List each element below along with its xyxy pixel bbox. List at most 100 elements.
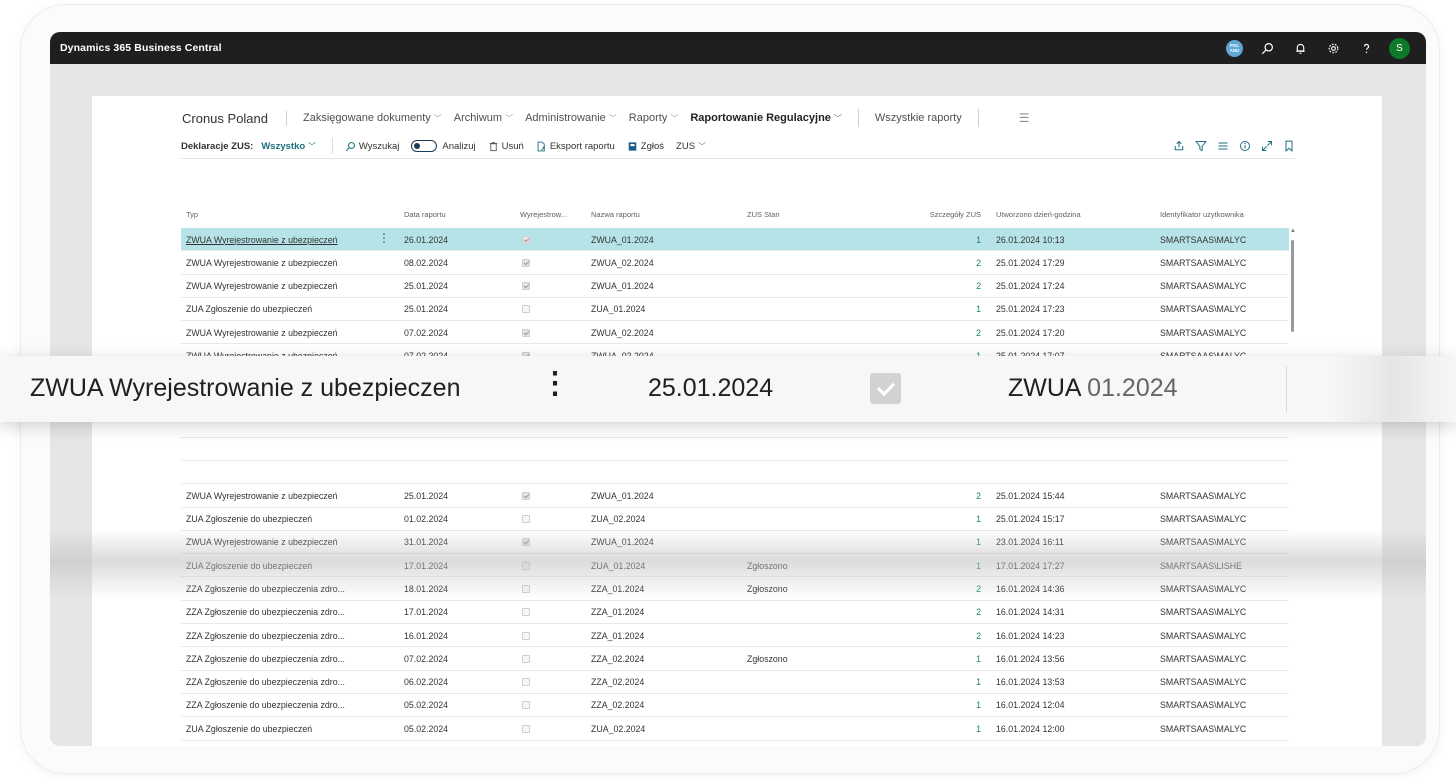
table-row[interactable]: ZWUA Wyrejestrowanie z ubezpieczeń 25.01.… — [181, 484, 1289, 508]
search-button[interactable]: Wyszukaj — [345, 141, 399, 152]
more-options-icon[interactable]: ⋮ — [540, 369, 570, 399]
row-type-cell[interactable]: ZWUA Wyrejestrowanie z ubezpieczeń — [186, 281, 337, 291]
zus-menu-dropdown[interactable]: ZUS ﹀ — [676, 141, 706, 152]
help-icon[interactable] — [1350, 32, 1383, 64]
table-row[interactable]: ZUA Zgłoszenie do ubezpieczeń15.01.2024Z… — [181, 741, 1289, 746]
row-type-cell[interactable]: ZUA Zgłoszenie do ubezpieczeń — [186, 304, 312, 314]
hamburger-menu-icon[interactable]: ☰ — [1019, 111, 1030, 125]
row-zus-details-link[interactable]: 1 — [976, 724, 981, 734]
table-row[interactable]: ZZA Zgłoszenie do ubezpieczenia zdro... 1… — [181, 624, 1289, 648]
row-zus-details-link[interactable]: 1 — [976, 700, 981, 710]
row-zus-details-link[interactable]: 2 — [976, 491, 981, 501]
row-created-at-cell: 25.01.2024 15:17 — [996, 514, 1065, 525]
row-type-cell[interactable]: ZZA Zgłoszenie do ubezpieczenia zdro... — [186, 631, 345, 641]
row-zus-details-link[interactable]: 1 — [976, 514, 981, 524]
table-row[interactable] — [181, 461, 1289, 485]
row-zus-details-link[interactable]: 2 — [976, 258, 981, 268]
nav-item-posted-documents[interactable]: Zaksięgowane dokumenty ﹀ — [303, 112, 442, 124]
table-row[interactable]: ZUA Zgłoszenie do ubezpieczeń 17.01.2024 Z… — [181, 554, 1289, 578]
view-filter-dropdown[interactable]: Wszystko ﹀ — [261, 141, 315, 152]
row-zus-details-link[interactable]: 1 — [976, 235, 981, 245]
country-flag-icon[interactable]: POL AND — [1218, 32, 1251, 64]
row-zus-details-link[interactable]: 1 — [976, 561, 981, 571]
row-report-date-cell: 25.01.2024 — [404, 490, 449, 501]
row-created-at-cell: 23.01.2024 16:11 — [996, 537, 1064, 548]
row-type-cell[interactable]: ZWUA Wyrejestrowanie z ubezpieczeń — [186, 491, 337, 501]
table-row[interactable]: ZWUA Wyrejestrowanie z ubezpieczeń 26.01.… — [181, 228, 1289, 252]
toggle-switch — [411, 140, 438, 152]
column-header-type[interactable]: Typ — [186, 210, 198, 219]
row-report-date-cell: 08.02.2024 — [404, 257, 449, 268]
table-row[interactable]: ZUA Zgłoszenie do ubezpieczeń 25.01.2024 Z… — [181, 298, 1289, 322]
row-type-cell[interactable]: ZUA Zgłoszenie do ubezpieczeń — [186, 514, 312, 524]
column-header-report-name[interactable]: Nazwa raportu — [591, 210, 640, 219]
row-type-cell[interactable]: ZWUA Wyrejestrowanie z ubezpieczeń — [186, 537, 337, 547]
table-row[interactable]: ZZA Zgłoszenie do ubezpieczenia zdro... 1… — [181, 577, 1289, 601]
bookmark-icon[interactable] — [1283, 140, 1295, 152]
row-zus-details-link[interactable]: 2 — [976, 584, 981, 594]
row-zus-details-link[interactable]: 1 — [976, 654, 981, 664]
row-zus-details-link[interactable]: 1 — [976, 677, 981, 687]
column-header-report-date[interactable]: Data raportu — [404, 210, 446, 219]
row-zus-details-link[interactable]: 2 — [976, 281, 981, 291]
row-zus-details-link[interactable]: 2 — [976, 631, 981, 641]
table-row[interactable]: ZWUA Wyrejestrowanie z ubezpieczeń 25.01.… — [181, 275, 1289, 298]
analyze-toggle[interactable]: Analizuj — [411, 140, 476, 152]
expand-icon[interactable] — [1261, 140, 1273, 152]
table-row[interactable]: ZUA Zgłoszenie do ubezpieczeń 01.02.2024 Z… — [181, 508, 1289, 531]
row-report-date-cell: 17.01.2024 — [404, 607, 449, 618]
vertical-scrollbar[interactable]: ▲ ▼ — [1290, 228, 1296, 746]
table-row[interactable]: ZZA Zgłoszenie do ubezpieczenia zdro... 1… — [181, 601, 1289, 625]
row-type-cell[interactable]: ZWUA Wyrejestrowanie z ubezpieczeń — [186, 235, 337, 245]
export-document-icon — [537, 141, 545, 151]
deregistered-checkbox — [522, 584, 530, 593]
row-type-cell[interactable]: ZUA Zgłoszenie do ubezpieczeń — [186, 724, 312, 734]
column-header-zus-details[interactable]: Szczegóły ZUS — [930, 210, 981, 219]
table-row[interactable]: ZWUA Wyrejestrowanie z ubezpieczeń 07.02.… — [181, 321, 1289, 345]
row-type-cell[interactable]: ZWUA Wyrejestrowanie z ubezpieczeń — [186, 328, 337, 338]
row-type-cell[interactable]: ZZA Zgłoszenie do ubezpieczenia zdro... — [186, 700, 345, 710]
column-header-created-at[interactable]: Utworzono dzień-godzina — [996, 210, 1081, 219]
gear-icon[interactable] — [1317, 32, 1350, 64]
info-icon[interactable] — [1239, 140, 1251, 152]
row-type-cell[interactable]: ZZA Zgłoszenie do ubezpieczenia zdro... — [186, 584, 345, 594]
nav-item-reports[interactable]: Raporty ﹀ — [629, 112, 679, 124]
row-type-cell[interactable]: ZZA Zgłoszenie do ubezpieczenia zdro... — [186, 607, 345, 617]
row-type-cell[interactable]: ZZA Zgłoszenie do ubezpieczenia zdro... — [186, 654, 345, 664]
zoom-date: 25.01.2024 — [648, 374, 774, 402]
submit-button[interactable]: Zgłoś — [627, 141, 664, 152]
table-row[interactable]: ZWUA Wyrejestrowanie z ubezpieczeń 31.01.… — [181, 531, 1289, 555]
table-row[interactable] — [181, 438, 1289, 461]
nav-item-all-reports[interactable]: Wszystkie raporty — [875, 112, 962, 124]
row-more-options-icon[interactable]: ⋮ — [378, 231, 390, 245]
row-zus-details-link[interactable]: 1 — [976, 537, 981, 547]
chevron-down-icon: ﹀ — [833, 113, 842, 123]
export-report-button[interactable]: Eksport raportu — [536, 141, 615, 152]
row-zus-details-link[interactable]: 2 — [976, 328, 981, 338]
list-view-icon[interactable] — [1217, 140, 1229, 152]
row-type-cell[interactable]: ZWUA Wyrejestrowanie z ubezpieczeń — [186, 258, 337, 268]
share-icon[interactable] — [1173, 140, 1185, 152]
table-row[interactable]: ZUA Zgłoszenie do ubezpieczeń 05.02.2024 Z… — [181, 717, 1289, 741]
table-row[interactable]: ZWUA Wyrejestrowanie z ubezpieczeń 08.02.… — [181, 251, 1289, 275]
row-zus-details-link[interactable]: 1 — [976, 304, 981, 314]
table-row[interactable]: ZZA Zgłoszenie do ubezpieczenia zdro... 0… — [181, 671, 1289, 694]
table-row[interactable]: ZZA Zgłoszenie do ubezpieczenia zdro... 0… — [181, 647, 1289, 671]
search-icon[interactable] — [1251, 32, 1284, 64]
nav-item-regulatory-reporting[interactable]: Raportowanie Regulacyjne ﹀ — [690, 112, 842, 124]
filter-icon[interactable] — [1195, 140, 1207, 152]
company-name[interactable]: Cronus Poland — [182, 110, 287, 126]
row-type-cell[interactable]: ZUA Zgłoszenie do ubezpieczeń — [186, 561, 312, 571]
bell-icon[interactable] — [1284, 32, 1317, 64]
user-avatar[interactable]: S — [1383, 32, 1416, 64]
column-header-user-id[interactable]: Identyfikator użytkownika — [1160, 210, 1244, 219]
table-row[interactable]: ZZA Zgłoszenie do ubezpieczenia zdro... 0… — [181, 694, 1289, 718]
row-zus-details-link[interactable]: 2 — [976, 607, 981, 617]
row-user-id-cell: SMARTSAAS\MALYC — [1160, 281, 1247, 292]
nav-item-administration[interactable]: Administrowanie ﹀ — [525, 112, 617, 124]
column-header-zus-status[interactable]: ZUS Stan — [747, 210, 780, 219]
delete-button[interactable]: Usuń — [488, 141, 524, 152]
row-type-cell[interactable]: ZZA Zgłoszenie do ubezpieczenia zdro... — [186, 677, 345, 687]
nav-item-archive[interactable]: Archiwum ﹀ — [454, 112, 513, 124]
column-header-deregistered[interactable]: Wyrejestrow... — [520, 210, 567, 219]
